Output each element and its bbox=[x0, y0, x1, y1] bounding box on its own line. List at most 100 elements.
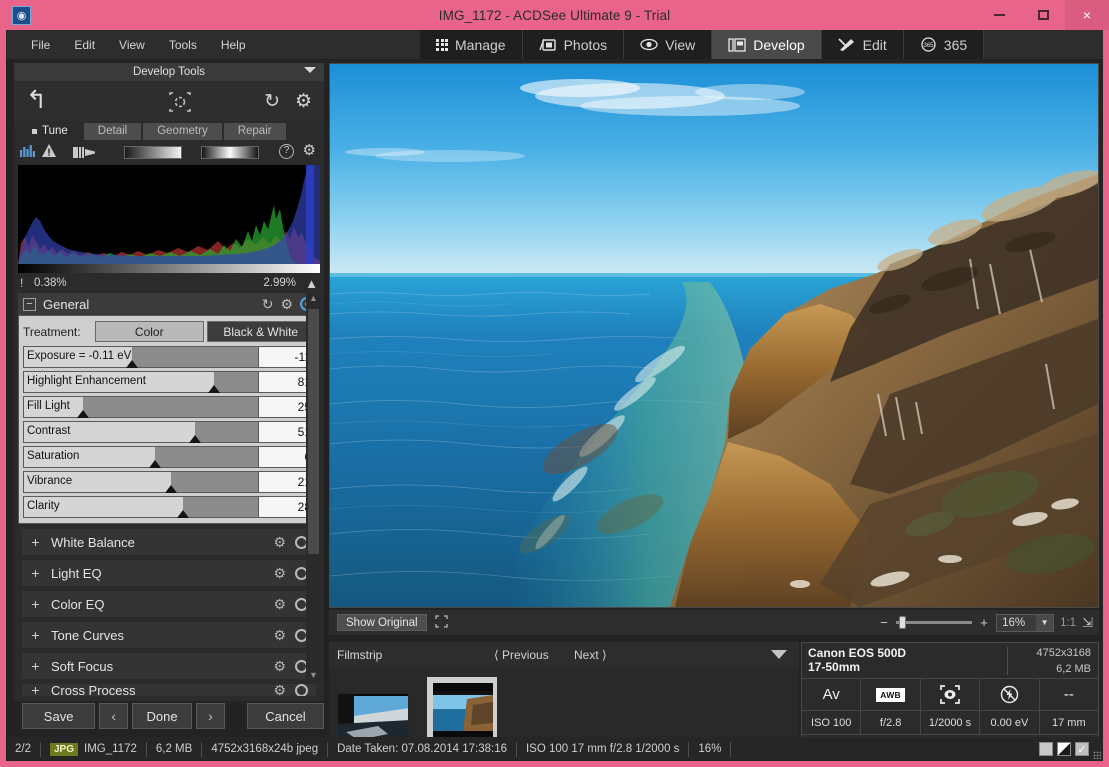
gear-icon[interactable]: ⚙ bbox=[280, 296, 293, 313]
maximize-button[interactable] bbox=[1021, 0, 1065, 30]
subtab-detail[interactable]: Detail bbox=[83, 122, 142, 140]
brush-icon[interactable] bbox=[73, 146, 99, 159]
slider-exposure[interactable]: Exposure = -0.11 eV -11 ▴▾ bbox=[23, 346, 315, 368]
subtab-geometry[interactable]: Geometry bbox=[143, 122, 222, 140]
gear-icon[interactable]: ⚙ bbox=[273, 596, 286, 613]
focus-target-icon[interactable] bbox=[167, 91, 193, 119]
section-light-eq[interactable]: + Light EQ ⚙ bbox=[22, 560, 316, 586]
close-button[interactable]: × bbox=[1065, 0, 1109, 30]
help-icon[interactable]: ? bbox=[279, 144, 294, 159]
tab-develop[interactable]: Develop bbox=[712, 30, 822, 59]
slider-fill-light-thumb[interactable] bbox=[76, 410, 89, 418]
slider-contrast[interactable]: Contrast 51 ▴▾ bbox=[23, 421, 315, 443]
zoom-slider[interactable] bbox=[896, 616, 973, 629]
section-cross-process[interactable]: + Cross Process ⚙ bbox=[22, 684, 316, 696]
slider-saturation[interactable]: Saturation 6 ▴▾ bbox=[23, 446, 315, 468]
warning-triangle-icon[interactable] bbox=[42, 144, 56, 160]
collapse-icon[interactable]: − bbox=[23, 297, 36, 311]
highlight-clip-icon[interactable]: ▲ bbox=[305, 276, 318, 291]
shadow-clip-icon[interactable]: ! bbox=[20, 276, 23, 290]
image-preview[interactable] bbox=[329, 63, 1099, 608]
thumbnail-view-icon[interactable] bbox=[1039, 742, 1053, 756]
general-section-header[interactable]: − General ↻ ⚙ bbox=[18, 293, 320, 315]
tab-edit[interactable]: Edit bbox=[821, 30, 904, 59]
gear-icon[interactable]: ⚙ bbox=[295, 90, 312, 113]
gear-icon[interactable]: ⚙ bbox=[273, 658, 286, 675]
gear-icon[interactable]: ⚙ bbox=[273, 565, 286, 582]
slider-exposure-track[interactable]: Exposure = -0.11 eV bbox=[23, 346, 259, 368]
expand-icon[interactable]: + bbox=[29, 627, 42, 643]
slider-saturation-track[interactable]: Saturation bbox=[23, 446, 259, 468]
expand-icon[interactable] bbox=[434, 614, 448, 631]
zoom-out-button[interactable]: − bbox=[878, 615, 890, 630]
gradient-radial-icon[interactable] bbox=[201, 145, 259, 159]
tab-view[interactable]: View bbox=[624, 30, 713, 59]
gear-icon[interactable]: ⚙ bbox=[273, 534, 286, 551]
expand-icon[interactable]: + bbox=[29, 565, 42, 581]
chevron-down-icon[interactable]: ▼ bbox=[1036, 614, 1054, 631]
develop-tools-header[interactable]: Develop Tools bbox=[14, 63, 324, 81]
split-view-icon[interactable] bbox=[1057, 742, 1071, 756]
expand-icon[interactable]: + bbox=[29, 684, 42, 696]
slider-highlight-enhancement-thumb[interactable] bbox=[207, 385, 220, 393]
menu-help[interactable]: Help bbox=[210, 34, 257, 56]
scroll-down-icon[interactable]: ▼ bbox=[306, 670, 321, 683]
slider-highlight-enhancement[interactable]: Highlight Enhancement 81 ▴▾ bbox=[23, 371, 315, 393]
zoom-level-select[interactable]: 16% ▼ bbox=[996, 613, 1055, 632]
slider-clarity[interactable]: Clarity 28 ▴▾ bbox=[23, 496, 315, 518]
expand-icon[interactable]: + bbox=[29, 658, 42, 674]
subtab-repair[interactable]: Repair bbox=[223, 122, 286, 140]
slider-contrast-thumb[interactable] bbox=[188, 435, 201, 443]
slider-fill-light[interactable]: Fill Light 25 ▴▾ bbox=[23, 396, 315, 418]
tab-manage[interactable]: Manage bbox=[420, 30, 523, 59]
tab-photos[interactable]: Photos bbox=[522, 30, 625, 59]
treatment-color-button[interactable]: Color bbox=[95, 321, 204, 342]
left-panel-scrollbar[interactable]: ▲ ▼ bbox=[306, 293, 321, 683]
slider-saturation-thumb[interactable] bbox=[149, 460, 162, 468]
slider-clarity-thumb[interactable] bbox=[177, 510, 190, 518]
done-button[interactable]: Done bbox=[132, 703, 192, 729]
slider-vibrance[interactable]: Vibrance 21 ▴▾ bbox=[23, 471, 315, 493]
scrollbar-thumb[interactable] bbox=[308, 309, 319, 554]
fit-to-window-icon[interactable]: ⇲ bbox=[1082, 615, 1093, 631]
list-item[interactable] bbox=[337, 693, 409, 739]
expand-icon[interactable]: + bbox=[29, 534, 42, 550]
gear-icon[interactable]: ⚙ bbox=[303, 143, 316, 158]
bar-chart-icon[interactable] bbox=[20, 144, 35, 160]
treatment-bw-button[interactable]: Black & White bbox=[206, 321, 315, 342]
slider-highlight-enhancement-track[interactable]: Highlight Enhancement bbox=[23, 371, 259, 393]
menu-view[interactable]: View bbox=[108, 34, 156, 56]
next-image-button[interactable]: › bbox=[195, 703, 225, 729]
save-button[interactable]: Save bbox=[22, 703, 96, 729]
section-soft-focus[interactable]: + Soft Focus ⚙ bbox=[22, 653, 316, 679]
chevron-down-icon[interactable] bbox=[304, 67, 316, 73]
check-view-icon[interactable]: ✓ bbox=[1075, 742, 1089, 756]
tab-365[interactable]: 365 365 bbox=[903, 30, 985, 59]
zoom-in-button[interactable]: + bbox=[978, 615, 990, 630]
cancel-button[interactable]: Cancel bbox=[246, 703, 324, 729]
slider-clarity-track[interactable]: Clarity bbox=[23, 496, 259, 518]
zoom-1-1-button[interactable]: 1:1 bbox=[1060, 617, 1076, 629]
menu-edit[interactable]: Edit bbox=[63, 34, 106, 56]
toggle-off-icon[interactable] bbox=[295, 684, 308, 696]
slider-fill-light-track[interactable]: Fill Light bbox=[23, 396, 259, 418]
gear-icon[interactable]: ⚙ bbox=[273, 684, 286, 696]
filmstrip-next-button[interactable]: Next ⟩ bbox=[574, 648, 607, 662]
minimize-button[interactable] bbox=[977, 0, 1021, 30]
menu-file[interactable]: File bbox=[20, 34, 61, 56]
section-color-eq[interactable]: + Color EQ ⚙ bbox=[22, 591, 316, 617]
previous-image-button[interactable]: ‹ bbox=[99, 703, 129, 729]
zoom-slider-thumb[interactable] bbox=[899, 616, 907, 629]
subtab-tune[interactable]: Tune bbox=[18, 123, 82, 140]
gear-icon[interactable]: ⚙ bbox=[273, 627, 286, 644]
slider-vibrance-thumb[interactable] bbox=[165, 485, 178, 493]
slider-contrast-track[interactable]: Contrast bbox=[23, 421, 259, 443]
section-tone-curves[interactable]: + Tone Curves ⚙ bbox=[22, 622, 316, 648]
slider-exposure-thumb[interactable] bbox=[125, 360, 138, 368]
expand-icon[interactable]: + bbox=[29, 596, 42, 612]
menu-tools[interactable]: Tools bbox=[158, 34, 208, 56]
reset-icon[interactable]: ↻ bbox=[262, 296, 274, 313]
gradient-linear-icon[interactable] bbox=[124, 145, 182, 159]
undo-arrow-icon[interactable]: ↰ bbox=[26, 88, 47, 113]
show-original-button[interactable]: Show Original bbox=[337, 614, 427, 631]
